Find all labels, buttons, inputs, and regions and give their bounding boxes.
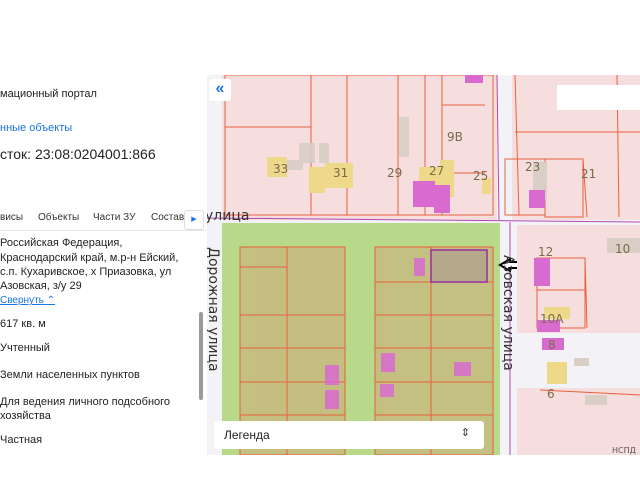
house-number: 12	[538, 245, 553, 259]
house-number: 6	[547, 387, 555, 401]
collapse-label: Свернуть	[0, 295, 44, 306]
use-value-line: Для ведения личного подсобного	[0, 396, 171, 408]
area-value: 617 кв. м	[0, 318, 46, 330]
house-number: 23	[525, 160, 540, 174]
collapse-link[interactable]: Свернуть ⌃	[0, 295, 55, 306]
house-number: 31	[333, 166, 348, 180]
house-number: 8	[548, 338, 556, 352]
address-line: Краснодарский край, м.р-н Ейский,	[0, 252, 179, 264]
collapse-panel-button[interactable]: «	[209, 79, 231, 101]
address-line: Российская Федерация,	[0, 237, 123, 249]
street-label-left: Дорожная улица	[207, 247, 221, 372]
chevron-up-icon: ⌃	[46, 295, 56, 306]
tabs-scroll-right-button[interactable]: ▶	[184, 210, 204, 230]
portal-title: мационный портал	[0, 88, 97, 100]
related-objects-link[interactable]: нные объекты	[0, 122, 72, 134]
legend-label: Легенда	[224, 428, 270, 442]
use-value-line: хозяйства	[0, 410, 51, 422]
house-number: 25	[473, 169, 488, 183]
legend-dropdown[interactable]: Легенда ⇕	[214, 421, 484, 449]
chevron-up-down-icon: ⇕	[460, 427, 470, 439]
info-panel: мационный портал нные объекты сток: 23:0…	[0, 0, 206, 480]
divider	[0, 230, 206, 231]
address-line: Азовская, з/у 29	[0, 280, 82, 292]
category-value: Земли населенных пунктов	[0, 369, 140, 381]
house-number: 10	[615, 242, 630, 256]
ownership-value: Частная	[0, 434, 43, 446]
tab-services[interactable]: висы	[0, 212, 23, 223]
street-label-top: улица	[207, 208, 249, 224]
status-value: Учтенный	[0, 342, 50, 354]
house-number: 33	[273, 162, 288, 176]
map-canvas[interactable]: 33 31 29 27 9В 25 23 21 12 10 10А 8 6 ул…	[207, 75, 640, 455]
house-number: 10А	[540, 312, 564, 326]
house-number: 29	[387, 166, 402, 180]
house-number: 27	[429, 164, 444, 178]
selected-parcel[interactable]	[430, 249, 488, 283]
scrollbar-thumb[interactable]	[199, 312, 203, 400]
street-label-right: Азовская улица	[500, 255, 516, 371]
parcel-title: сток: 23:08:0204001:866	[0, 146, 156, 162]
triangle-right-icon: ▶	[191, 216, 197, 223]
pink-zone	[222, 75, 497, 220]
map-view[interactable]: 33 31 29 27 9В 25 23 21 12 10 10А 8 6 ул…	[207, 75, 640, 455]
address-line: с.п. Кухаривское, х Приазовка, ул	[0, 266, 172, 278]
tab-composition[interactable]: Состав	[151, 212, 184, 223]
house-number: 9В	[447, 130, 463, 144]
tab-objects[interactable]: Объекты	[38, 212, 79, 223]
attribution: НСПД	[612, 446, 636, 455]
house-number: 21	[581, 167, 596, 181]
tab-parts[interactable]: Части ЗУ	[93, 212, 135, 223]
